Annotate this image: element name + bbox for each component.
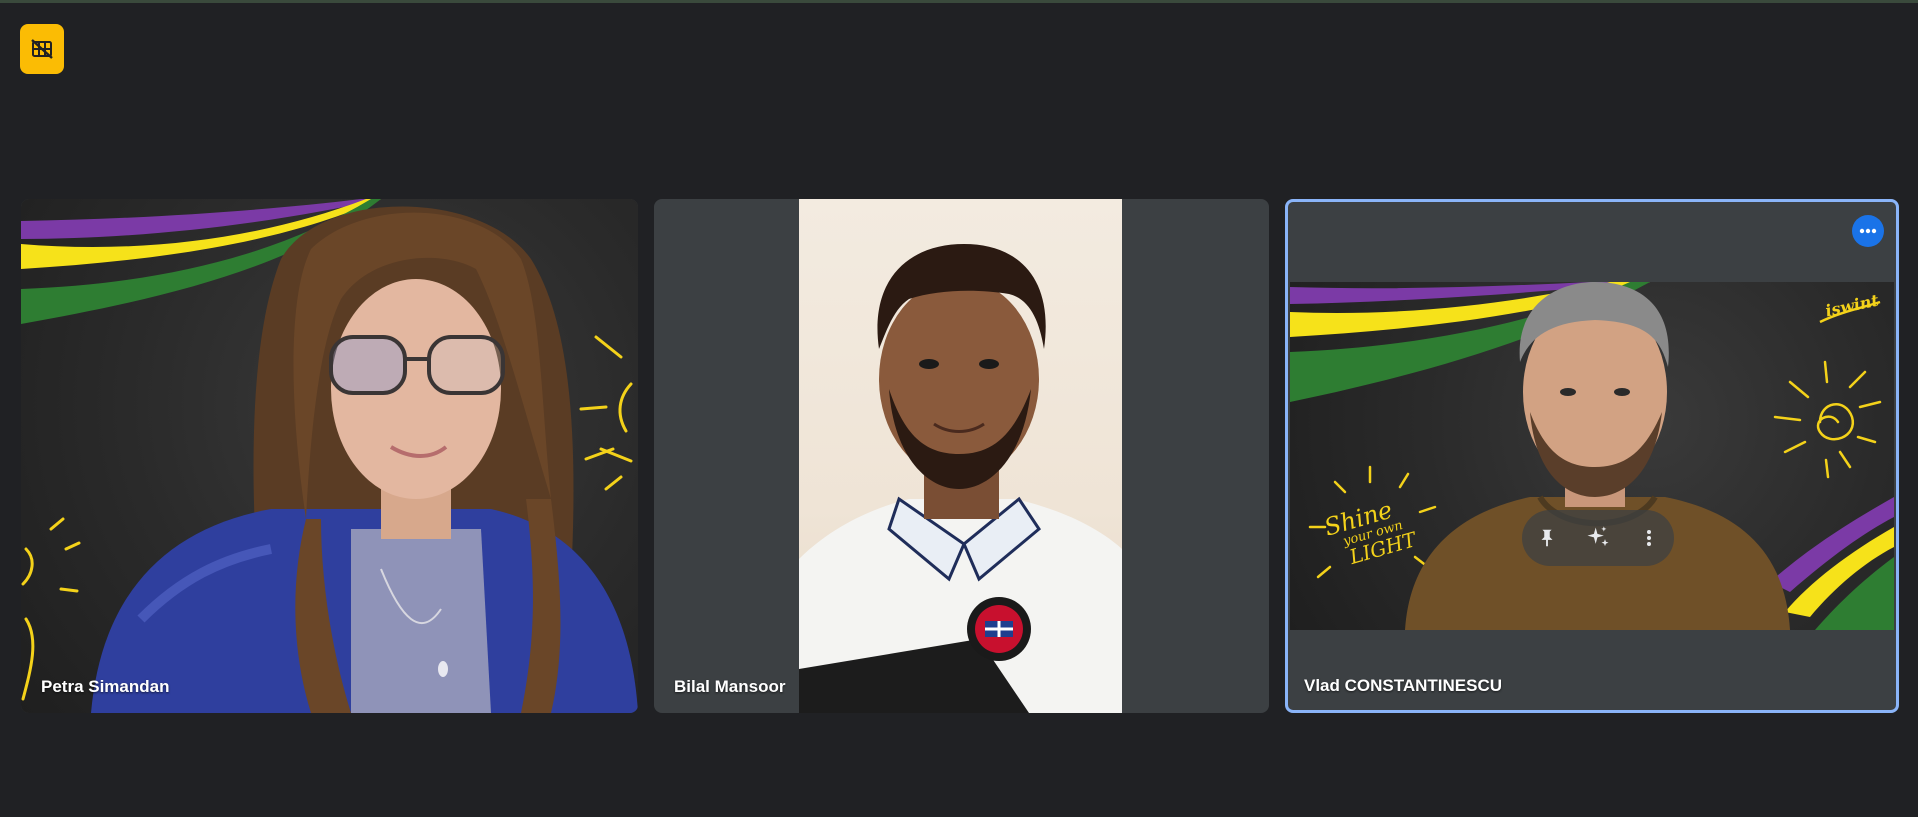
more-horizontal-icon bbox=[1859, 228, 1877, 234]
more-vertical-icon bbox=[1646, 530, 1651, 546]
more-options-button[interactable] bbox=[1852, 215, 1884, 247]
sparkle-effects-icon bbox=[1587, 526, 1609, 547]
tile-hover-actions bbox=[1522, 510, 1674, 566]
participant-name-label: Bilal Mansoor bbox=[674, 677, 786, 696]
top-progress-line bbox=[0, 0, 1918, 3]
participant-video-vlad: Shine your own LIGHT iswint bbox=[1290, 282, 1894, 630]
pin-icon bbox=[1541, 529, 1553, 547]
participant-video-bilal bbox=[799, 199, 1122, 713]
participant-tile-bilal[interactable]: Bilal Mansoor bbox=[654, 199, 1269, 713]
participant-name-label: Vlad CONSTANTINESCU bbox=[1304, 676, 1503, 695]
participant-figure-vlad bbox=[1405, 282, 1790, 630]
participant-tile-petra[interactable]: Petra Simandan bbox=[21, 199, 638, 713]
visual-effects-button[interactable] bbox=[1580, 520, 1616, 556]
participant-video-petra bbox=[21, 199, 638, 713]
participant-tile-vlad[interactable]: Shine your own LIGHT iswint Vlad CONSTAN… bbox=[1285, 199, 1899, 713]
participant-name-label: Petra Simandan bbox=[41, 677, 170, 696]
tile-more-options-button[interactable] bbox=[1631, 520, 1667, 556]
layout-toggle-button[interactable] bbox=[20, 24, 64, 74]
pin-button[interactable] bbox=[1529, 520, 1565, 556]
grid-off-icon bbox=[31, 39, 53, 59]
